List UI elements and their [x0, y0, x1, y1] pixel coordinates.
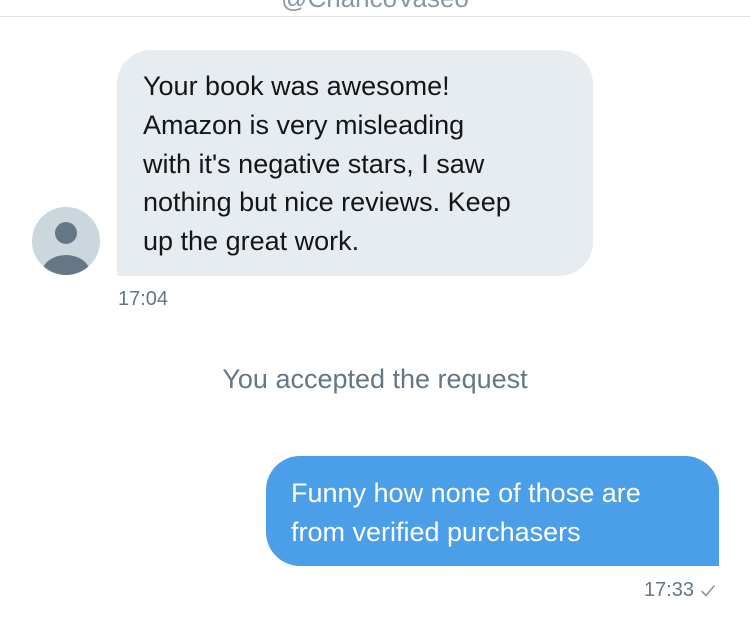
- dm-conversation: @ChancoVaseo Your book was awesome! Amaz…: [0, 0, 750, 625]
- request-accepted-notice: You accepted the request: [222, 364, 528, 394]
- outgoing-message-meta: 17:33: [644, 579, 716, 602]
- header-divider: [0, 16, 750, 17]
- conversation-handle: @ChancoVaseo: [0, 0, 750, 11]
- incoming-message-timestamp: 17:04: [118, 288, 169, 310]
- checkmark-icon: [701, 584, 715, 596]
- incoming-message-bubble[interactable]: Your book was awesome! Amazon is very mi…: [117, 50, 593, 276]
- default-profile-icon: [42, 222, 90, 275]
- outgoing-message-timestamp: 17:33: [643, 579, 694, 601]
- sender-avatar[interactable]: [32, 207, 100, 275]
- outgoing-message-bubble[interactable]: Funny how none of those are from verifie…: [266, 456, 719, 566]
